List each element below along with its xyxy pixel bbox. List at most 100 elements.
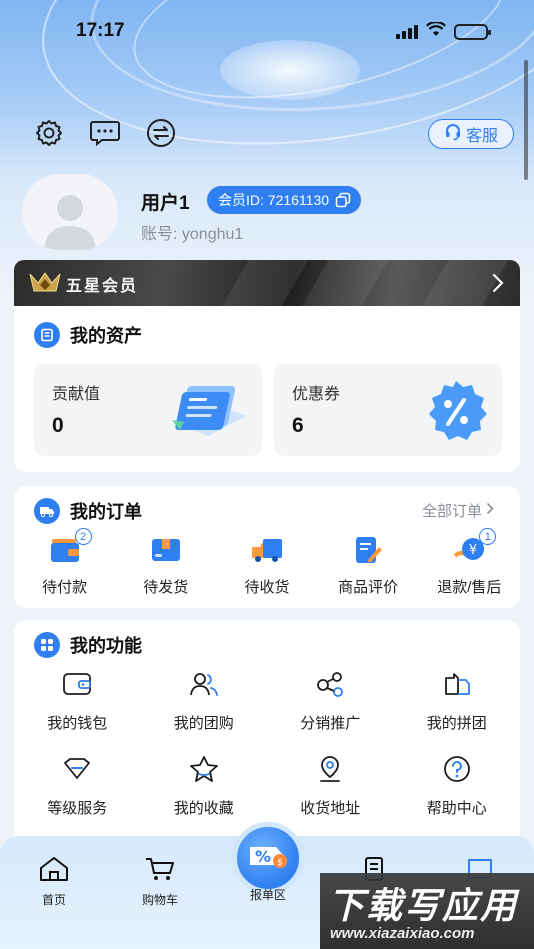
order-pending-shipment[interactable]: 待发货: [115, 534, 216, 597]
help-icon: [441, 753, 473, 785]
group-buy-label: 我的团购: [173, 715, 234, 732]
watermark-title: 下载写应用: [328, 885, 519, 926]
team-buy-label: 我的拼团: [426, 715, 487, 732]
team-buy-icon: [441, 668, 473, 700]
all-orders-label: 全部订单: [421, 503, 482, 520]
switch-icon[interactable]: [144, 118, 177, 148]
order-pending-payment-label: 待付款: [42, 579, 88, 596]
tab-home[interactable]: 首页: [14, 856, 94, 908]
headset-icon: [444, 123, 462, 146]
message-icon[interactable]: [88, 118, 121, 148]
box-icon: [149, 534, 183, 566]
order-pending-payment[interactable]: 2 待付款: [14, 528, 115, 597]
order-review-label: 商品评价: [338, 579, 399, 596]
username: 用户1: [141, 193, 190, 214]
order-pending-shipment-label: 待发货: [143, 579, 189, 596]
refund-count-badge: 1: [479, 528, 497, 545]
wallet-function[interactable]: 我的钱包: [14, 668, 141, 733]
contribution-value: 0: [52, 414, 64, 437]
functions-section-title: 我的功能: [34, 632, 142, 658]
coupon-label: 优惠券: [292, 386, 341, 403]
location-icon: [314, 753, 346, 785]
member-id-badge[interactable]: 会员ID: 72161130: [207, 186, 362, 214]
order-refund[interactable]: ¥ 1 退款/售后: [419, 528, 520, 597]
assets-card: 我的资产 贡献值 0 优惠券 6: [14, 306, 520, 472]
svg-text:¥: ¥: [469, 543, 477, 558]
contribution-value-box[interactable]: 贡献值 0: [34, 364, 262, 456]
coupon-box[interactable]: 优惠券 6: [274, 364, 502, 456]
level-service-function[interactable]: 等级服务: [14, 753, 141, 818]
help-center-label: 帮助中心: [426, 800, 487, 817]
discount-tag-icon: % $: [246, 839, 290, 878]
star-icon: [188, 753, 220, 785]
chevron-right-icon: [492, 273, 504, 298]
wallet-order-icon: 2: [48, 528, 92, 566]
chevron-right-icon: [486, 502, 494, 519]
scrollbar[interactable]: [524, 60, 528, 180]
help-center-function[interactable]: 帮助中心: [394, 753, 521, 818]
member-id-text: 会员ID: 72161130: [218, 192, 330, 208]
customer-service-label: 客服: [465, 128, 498, 145]
group-buy-function[interactable]: 我的团购: [141, 668, 268, 733]
wifi-icon: [426, 20, 446, 42]
home-icon: [37, 856, 71, 887]
all-orders-link[interactable]: 全部订单: [422, 500, 494, 521]
status-bar: 17:17: [0, 0, 534, 62]
delivery-truck-icon: [250, 534, 284, 566]
level-icon: [61, 753, 93, 785]
assets-icon: [34, 322, 60, 348]
copy-icon[interactable]: [335, 192, 351, 208]
order-refund-label: 退款/售后: [437, 579, 502, 596]
refund-icon: ¥ 1: [452, 528, 497, 566]
distribution-label: 分销推广: [300, 715, 361, 732]
team-buy-function[interactable]: 我的拼团: [394, 668, 521, 733]
status-time: 17:17: [76, 20, 125, 41]
order-count-badge: 2: [74, 528, 92, 545]
customer-service-button[interactable]: 客服: [428, 119, 514, 149]
review-edit-icon: [351, 534, 385, 566]
distribution-function[interactable]: 分销推广: [267, 668, 394, 733]
tab-order-zone-label: 报单区: [249, 888, 286, 902]
orders-title-text: 我的订单: [70, 502, 142, 522]
watermark-logo: 下载写应用 www.xiazaixiao.com: [320, 873, 534, 949]
wallet-icon: [61, 668, 93, 700]
assets-title-text: 我的资产: [70, 326, 142, 346]
grid-apps-icon: [34, 632, 60, 658]
favorites-function[interactable]: 我的收藏: [141, 753, 268, 818]
address-label: 收货地址: [300, 800, 361, 817]
order-pending-receipt[interactable]: 待收货: [216, 534, 317, 597]
tab-order-zone[interactable]: % $: [232, 822, 304, 894]
battery-icon: [454, 24, 491, 40]
shopping-cart-icon: [143, 856, 177, 887]
vip-membership-bar[interactable]: 五星会员: [14, 260, 520, 306]
avatar[interactable]: [22, 174, 118, 250]
share-icon: [314, 668, 346, 700]
tab-cart[interactable]: 购物车: [120, 856, 200, 908]
svg-text:%: %: [255, 847, 271, 866]
contribution-label: 贡献值: [52, 386, 101, 403]
orders-section-title: 我的订单: [34, 498, 142, 524]
account-number: 账号: yonghu1: [141, 226, 244, 243]
settings-gear-icon[interactable]: [32, 118, 65, 148]
discount-percent-icon: [418, 376, 494, 451]
wallet-label: 我的钱包: [47, 715, 108, 732]
svg-text:$: $: [277, 858, 283, 868]
order-review[interactable]: 商品评价: [318, 534, 419, 597]
watermark-url: www.xiazaixiao.com: [330, 925, 475, 942]
assets-section-title: 我的资产: [34, 322, 142, 348]
order-pending-receipt-label: 待收货: [244, 579, 290, 596]
tab-home-label: 首页: [41, 893, 66, 907]
orders-card: 我的订单 全部订单 2 待付款 待发货 待收货 商品评价 ¥ 1 退款/售后: [14, 486, 520, 608]
document-card-icon: [168, 376, 254, 451]
favorites-label: 我的收藏: [173, 800, 234, 817]
level-service-label: 等级服务: [47, 800, 108, 817]
coupon-value: 6: [292, 414, 304, 437]
functions-title-text: 我的功能: [70, 636, 142, 656]
cellular-signal-icon: [396, 25, 418, 39]
group-buy-icon: [188, 668, 220, 700]
truck-icon: [34, 498, 60, 524]
address-function[interactable]: 收货地址: [267, 753, 394, 818]
vip-crown-icon: [28, 271, 62, 298]
tab-cart-label: 购物车: [141, 893, 178, 907]
vip-level-label: 五星会员: [66, 278, 139, 295]
